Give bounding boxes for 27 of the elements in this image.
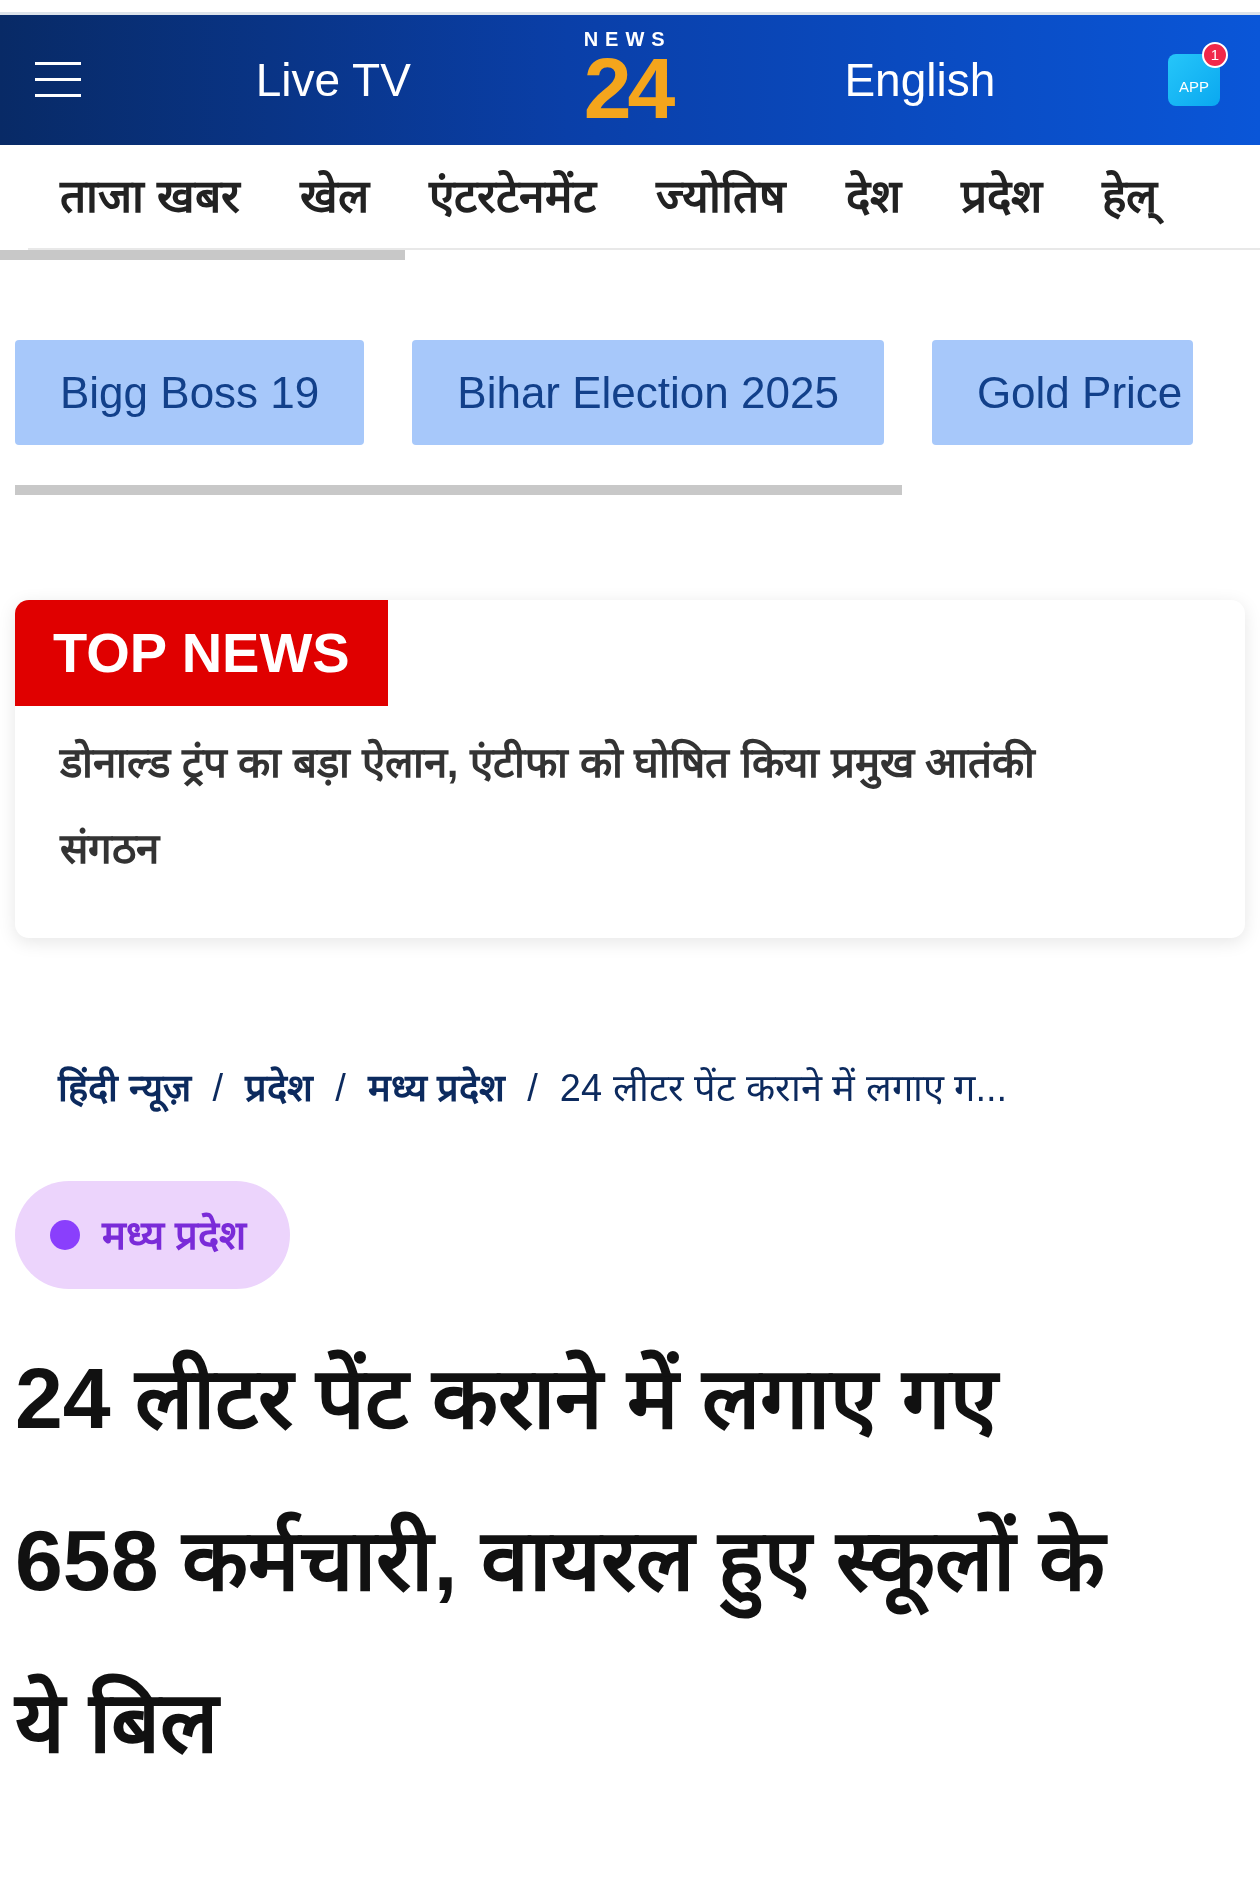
breadcrumb-separator: / — [527, 1066, 538, 1111]
category-label: मध्य प्रदेश — [102, 1211, 247, 1259]
language-link[interactable]: English — [844, 45, 996, 115]
nav-tab[interactable]: खेल — [299, 166, 369, 227]
nav-tab[interactable]: प्रदेश — [960, 166, 1042, 227]
trending-tag[interactable]: Bigg Boss 19 — [15, 340, 365, 445]
nav-tab[interactable]: एंटरटेनमेंट — [428, 166, 596, 227]
notification-badge: 1 — [1202, 42, 1228, 68]
live-tv-link[interactable]: Live TV — [255, 45, 411, 115]
breadcrumb-current: 24 लीटर पेंट कराने में लगाए ग... — [559, 1066, 1008, 1111]
breadcrumb-link[interactable]: मध्य प्रदेश — [367, 1060, 506, 1117]
category-tag[interactable]: मध्य प्रदेश — [15, 1181, 291, 1289]
nav-tab[interactable]: हेल् — [1101, 166, 1169, 227]
nav-tab[interactable]: देश — [845, 166, 901, 227]
breadcrumb-link[interactable]: प्रदेश — [245, 1060, 314, 1117]
breadcrumb-link[interactable]: हिंदी न्यूज़ — [58, 1060, 191, 1117]
breadcrumb-separator: / — [335, 1066, 346, 1111]
article-title: 24 लीटर पेंट कराने में लगाए गए 658 कर्मचारी, वायरल हुए स्कूलों के ये बिल — [0, 1317, 1260, 1803]
nav-tab[interactable]: ताजा खबर — [60, 166, 240, 227]
trending-tag[interactable]: Bihar Election 2025 — [412, 340, 884, 445]
top-news-label: TOP NEWS — [15, 600, 388, 706]
trending-tag[interactable]: Gold Price — [931, 340, 1193, 445]
logo[interactable]: NEWS 24 — [583, 29, 672, 131]
nav-tab[interactable]: ज्योतिष — [655, 166, 786, 227]
breadcrumb-separator: / — [212, 1066, 224, 1111]
menu-icon[interactable] — [35, 60, 83, 100]
news-headline[interactable]: डोनाल्ड ट्रंप का बड़ा ऐलान, एंटीफा को घोषित किया प्रमुख आतंकी संगठन — [15, 706, 1245, 892]
